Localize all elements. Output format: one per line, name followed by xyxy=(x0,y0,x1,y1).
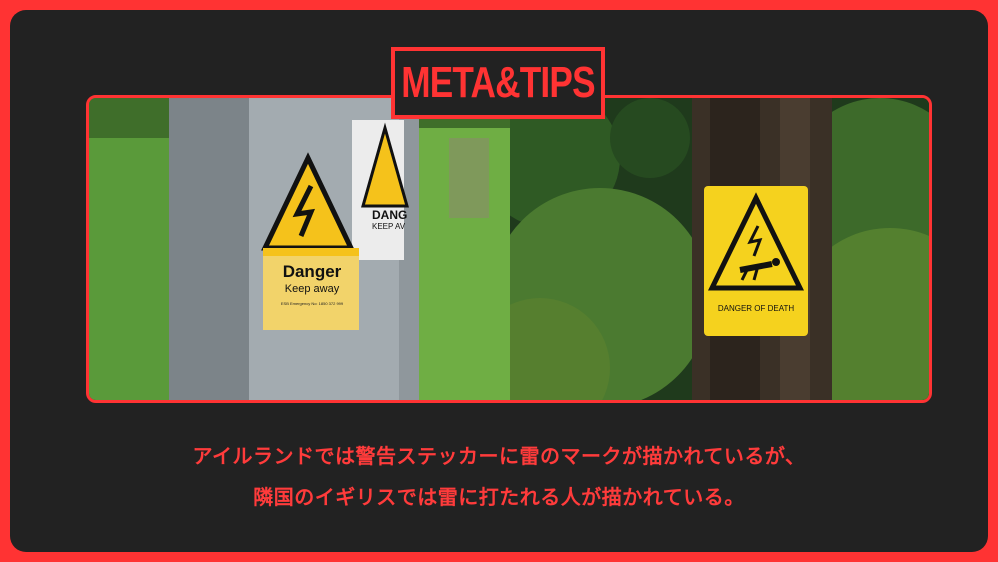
ireland-pole-scene xyxy=(89,98,510,400)
caption-line-2: 隣国のイギリスでは雷に打たれる人が描かれている。 xyxy=(253,485,745,509)
partial-sign-text: DANG KEEP AV xyxy=(372,208,408,231)
partial-sign-heading: DANG xyxy=(372,208,408,222)
uk-sign-text: DANGER OF DEATH xyxy=(717,304,795,313)
photo-ireland xyxy=(89,98,510,400)
ireland-sign-text: Danger Keep away ESB Emergency No: 1850 … xyxy=(265,262,359,306)
brand-logo-text: META&TIPS xyxy=(401,58,595,107)
photo-uk xyxy=(510,98,929,400)
sign-heading: Danger xyxy=(282,262,342,281)
partial-sign-subtext: KEEP AV xyxy=(372,222,406,231)
uk-sign-text-wrap: DANGER OF DEATH xyxy=(704,304,808,313)
photo-comparison: Danger Keep away ESB Emergency No: 1850 … xyxy=(86,95,932,403)
uk-pole-scene xyxy=(510,98,929,400)
sign-subtext: Keep away xyxy=(284,283,340,295)
brand-badge: META&TIPS xyxy=(391,47,605,119)
sign-fineprint: ESB Emergency No: 1850 372 999 xyxy=(280,301,344,306)
caption-line-1: アイルランドでは警告ステッカーに雷のマークが描かれているが、 xyxy=(192,444,806,468)
